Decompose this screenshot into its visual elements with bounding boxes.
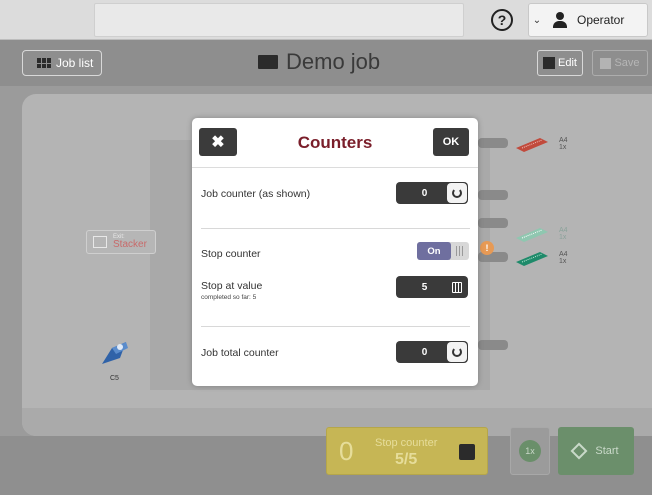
counters-dialog: ✖ Counters OK Job counter (as shown) 0 S… xyxy=(192,118,478,386)
operator-label: Operator xyxy=(577,13,625,27)
job-total-field: 0 xyxy=(396,341,468,363)
save-label: Save xyxy=(614,57,640,69)
dialog-header: ✖ Counters OK xyxy=(192,118,478,168)
stop-counter-value: 5/5 xyxy=(395,451,418,468)
job-counter-label: Job counter (as shown) xyxy=(201,188,311,200)
page-title: Demo job xyxy=(258,49,380,75)
toggle-on-label: On xyxy=(417,242,451,260)
count-value: 0 xyxy=(339,436,354,466)
reset-total-button[interactable] xyxy=(447,342,467,362)
tray-label: A4 1x xyxy=(559,227,568,241)
job-title-text: Demo job xyxy=(286,49,381,74)
envelope-icon xyxy=(258,55,278,69)
refresh-icon xyxy=(452,347,462,357)
feeder-slot xyxy=(478,340,508,350)
exit-stacker-button[interactable]: Exit: Stacker xyxy=(86,230,156,254)
divider xyxy=(201,326,470,327)
stop-counter-label: Stop counter xyxy=(375,437,438,449)
job-list-label: Job list xyxy=(56,56,94,70)
user-icon xyxy=(549,12,571,28)
ok-button[interactable]: OK xyxy=(433,128,469,156)
stop-at-field[interactable]: 5 xyxy=(396,276,468,298)
feeder-slot xyxy=(478,138,508,148)
exit-value: Stacker xyxy=(113,239,147,250)
top-bar: ? ⌄ Operator xyxy=(0,0,652,40)
chevron-down-icon: ⌄ xyxy=(532,14,542,26)
tray-label: A4 1x xyxy=(559,137,568,151)
multiplier-value: 1x xyxy=(519,440,541,462)
exit-icon xyxy=(93,236,107,248)
envelope-size-label: C5 xyxy=(110,375,119,382)
document-tray-icon[interactable] xyxy=(516,228,548,242)
edit-button[interactable]: Edit xyxy=(537,50,583,76)
divider xyxy=(201,228,470,229)
save-button[interactable]: Save xyxy=(592,50,648,76)
keypad-icon[interactable] xyxy=(447,277,467,297)
stop-at-value: 5 xyxy=(421,281,428,293)
feeder-slot xyxy=(478,218,508,228)
job-total-label: Job total counter xyxy=(201,347,279,359)
document-tray-icon[interactable] xyxy=(516,138,548,152)
multiplier-button[interactable]: 1x xyxy=(510,427,550,475)
stop-at-label: Stop at value xyxy=(201,280,263,292)
tray-label: A4 1x xyxy=(559,251,568,265)
stop-at-sub: completed so far: 5 xyxy=(201,294,257,301)
stop-counter-panel[interactable]: 0 Stop counter 5/5 xyxy=(326,427,488,475)
job-total-value: 0 xyxy=(421,346,428,358)
document-tray-icon[interactable] xyxy=(516,252,548,266)
edit-icon[interactable] xyxy=(459,444,475,460)
reset-counter-button[interactable] xyxy=(447,183,467,203)
grid-icon xyxy=(37,58,51,68)
top-bar-field xyxy=(94,3,464,37)
refresh-icon xyxy=(452,188,462,198)
feeder-slot xyxy=(478,190,508,200)
job-counter-value: 0 xyxy=(421,187,428,199)
edit-icon xyxy=(543,57,556,69)
start-button[interactable]: Start xyxy=(558,427,634,475)
toggle-handle xyxy=(451,242,469,260)
start-icon xyxy=(570,442,588,460)
warning-icon[interactable]: ! xyxy=(480,241,494,255)
question-circle-icon: ? xyxy=(491,9,513,31)
help-button[interactable]: ? xyxy=(472,5,532,35)
start-label: Start xyxy=(595,445,619,457)
operator-menu-button[interactable]: ⌄ Operator xyxy=(528,3,648,37)
job-counter-field: 0 xyxy=(396,182,468,204)
job-list-button[interactable]: Job list xyxy=(22,50,102,76)
stop-counter-label: Stop counter xyxy=(201,248,261,260)
edit-label: Edit xyxy=(558,57,577,69)
job-header: Job list Demo job Edit Save xyxy=(0,40,652,86)
stop-counter-toggle[interactable]: On xyxy=(417,242,469,260)
save-icon xyxy=(600,57,612,69)
envelope-insert-icon[interactable] xyxy=(98,338,130,368)
